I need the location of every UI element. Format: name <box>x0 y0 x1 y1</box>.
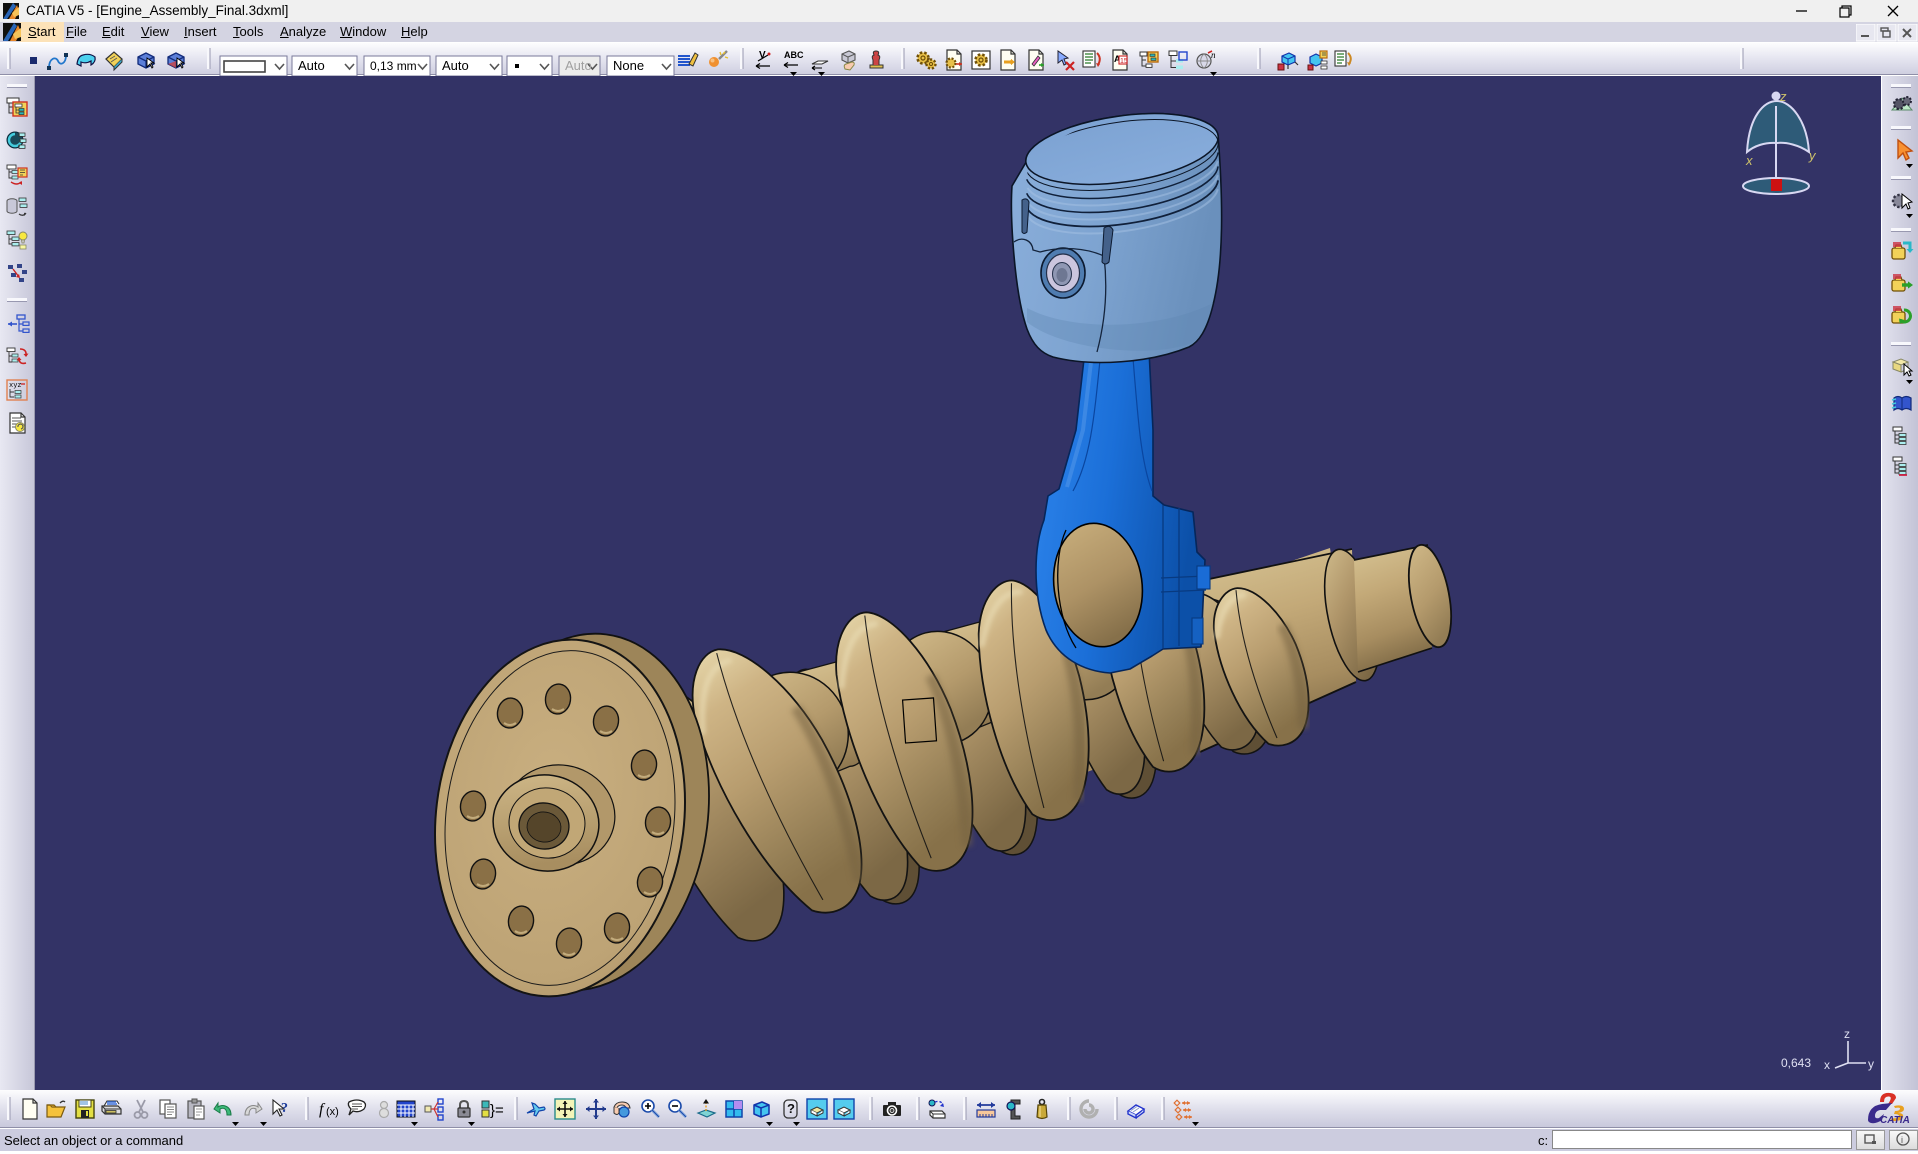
svg-text:Auto: Auto <box>298 58 325 73</box>
svg-text:y: y <box>1808 148 1817 163</box>
svg-text:15: 15 <box>1120 58 1128 65</box>
svg-text:0,13 mm: 0,13 mm <box>370 59 417 73</box>
svg-text:x: x <box>1824 1058 1830 1072</box>
svg-text:i: i <box>1901 1135 1903 1145</box>
svg-text:xyz: xyz <box>9 382 22 390</box>
svg-text:?: ? <box>787 1101 795 1116</box>
svg-text:z: z <box>1779 89 1787 104</box>
svg-text:x: x <box>1745 153 1753 168</box>
svg-text:?: ? <box>281 1101 288 1116</box>
svg-text:CATIA: CATIA <box>1880 1115 1910 1126</box>
svg-text:f: f <box>319 1101 326 1118</box>
svg-text:z: z <box>1844 1027 1850 1041</box>
svg-text:y: y <box>1868 1057 1874 1071</box>
svg-text:(x): (x) <box>326 1106 339 1118</box>
svg-text:None: None <box>613 58 644 73</box>
svg-text:n: n <box>1211 50 1216 60</box>
svg-text:0,643: 0,643 <box>1781 1056 1811 1070</box>
svg-text:}=: }= <box>490 1102 504 1119</box>
svg-text:ABC: ABC <box>784 50 804 60</box>
svg-text:Auto: Auto <box>565 58 592 73</box>
svg-text:Auto: Auto <box>442 58 469 73</box>
